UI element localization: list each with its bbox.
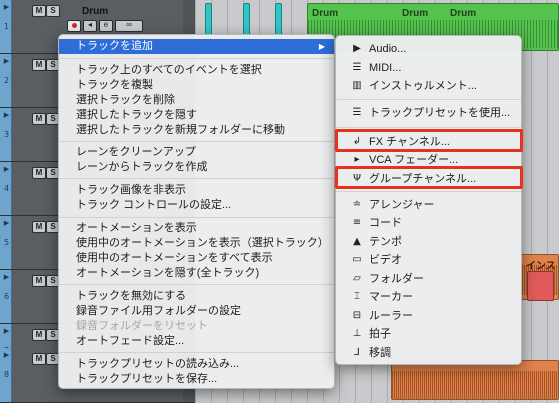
- submenu-item-folder[interactable]: ▱ フォルダー: [336, 271, 521, 287]
- track-number: 4: [3, 184, 10, 193]
- menu-separator: [336, 191, 521, 192]
- menu-item[interactable]: 選択したトラックを隠す: [59, 108, 334, 123]
- menu-separator: [59, 284, 334, 285]
- highlight-box-fx-channel: [335, 129, 523, 152]
- mute-button[interactable]: M: [32, 353, 46, 365]
- mute-button[interactable]: M: [32, 275, 46, 287]
- mute-button[interactable]: M: [32, 167, 46, 179]
- highlight-box-group-channel: [335, 166, 523, 189]
- submenu-item-instrument[interactable]: ▥ インストゥルメント...: [336, 78, 521, 94]
- menu-item[interactable]: オートフェード設定...: [59, 334, 334, 349]
- mute-button[interactable]: M: [32, 5, 46, 17]
- submenu-item-video[interactable]: ▭ ビデオ: [336, 252, 521, 268]
- add-track-submenu: ▶ Audio... ☰ MIDI... ▥ インストゥルメント... ☰ トラ…: [335, 35, 522, 365]
- solo-button[interactable]: S: [46, 5, 60, 17]
- expand-icon[interactable]: ▶: [1, 327, 12, 335]
- menu-item[interactable]: 選択したトラックを新規フォルダーに移動: [59, 123, 334, 138]
- menu-item[interactable]: 選択トラックを削除: [59, 93, 334, 108]
- track-number: 3: [3, 130, 10, 139]
- menu-item[interactable]: 使用中のオートメーションを表示（選択トラック）: [59, 236, 334, 251]
- submenu-item-marker[interactable]: ⌶ マーカー: [336, 289, 521, 305]
- marker-icon: ⌶: [354, 291, 360, 302]
- track-preset-icon: ☰: [352, 107, 362, 118]
- menu-separator: [336, 99, 521, 100]
- submenu-item-arranger[interactable]: ≐ アレンジャー: [336, 197, 521, 213]
- monitor-button[interactable]: ◂: [83, 20, 97, 32]
- record-enable-button[interactable]: [67, 20, 81, 32]
- submenu-item-signature[interactable]: ⊥ 拍子: [336, 326, 521, 342]
- menu-item: 録音フォルダーをリセット: [76, 320, 208, 332]
- track-name[interactable]: Drum: [82, 6, 108, 17]
- submenu-item-track-preset[interactable]: ☰ トラックプリセットを使用...: [336, 105, 521, 121]
- ruler-icon: ⊟: [352, 310, 362, 321]
- expand-icon[interactable]: ▶: [1, 273, 12, 281]
- link-icon[interactable]: ∞: [115, 20, 143, 32]
- mute-button[interactable]: M: [32, 113, 46, 125]
- instrument-icon: ▥: [352, 80, 362, 91]
- video-icon: ▭: [352, 254, 362, 265]
- submenu-item-transpose[interactable]: ⅃ 移調: [336, 345, 521, 361]
- midi-icon: ☰: [352, 62, 362, 73]
- track-number: 5: [3, 238, 10, 247]
- menu-item[interactable]: トラックプリセットを保存...: [59, 372, 334, 387]
- menu-item[interactable]: 録音ファイル用フォルダーの設定: [59, 304, 334, 319]
- clip-label: Drum: [312, 8, 339, 19]
- submenu-arrow-icon: ▶: [318, 42, 325, 51]
- submenu-item-ruler[interactable]: ⊟ ルーラー: [336, 308, 521, 324]
- track-number: 6: [3, 292, 10, 301]
- expand-icon[interactable]: ▶: [1, 219, 12, 227]
- menu-item[interactable]: レーンからトラックを作成: [59, 160, 334, 175]
- red-event-clip[interactable]: [527, 271, 554, 301]
- menu-separator: [336, 127, 521, 128]
- cubase-window: ▶ 1 M S Drum ◂ e ∞ ▶ 2 M S ▶ 3 M S ▶ 4 M…: [0, 0, 559, 403]
- menu-separator: [59, 141, 334, 142]
- arranger-icon: ≐: [352, 199, 362, 210]
- menu-separator: [59, 58, 334, 59]
- submenu-item-audio[interactable]: ▶ Audio...: [336, 41, 521, 57]
- signature-icon: ⊥: [352, 328, 362, 339]
- track-context-menu: トラックを追加 ▶ トラック上のすべてのイベントを選択 トラックを複製 選択トラ…: [58, 34, 335, 389]
- mute-button[interactable]: M: [32, 221, 46, 233]
- expand-icon[interactable]: ▶: [1, 57, 12, 65]
- menu-item[interactable]: オートメーションを表示: [59, 221, 334, 236]
- expand-icon[interactable]: ▶: [1, 165, 12, 173]
- menu-item[interactable]: トラック コントロールの設定...: [59, 198, 334, 213]
- menu-item[interactable]: レーンをクリーンアップ: [59, 145, 334, 160]
- expand-icon[interactable]: ▶: [1, 351, 12, 359]
- expand-icon[interactable]: ▶: [1, 3, 12, 11]
- edit-button[interactable]: e: [99, 20, 113, 32]
- menu-item[interactable]: トラック上のすべてのイベントを選択: [59, 63, 334, 78]
- clip-label: Drum: [450, 8, 477, 19]
- submenu-item-midi[interactable]: ☰ MIDI...: [336, 60, 521, 76]
- tempo-icon: ▲: [353, 236, 361, 247]
- track-number: 8: [3, 370, 10, 379]
- chord-icon: ≡: [352, 217, 362, 228]
- audio-clip[interactable]: [391, 360, 559, 400]
- menu-item[interactable]: オートメーションを隠す(全トラック): [59, 266, 334, 281]
- menu-item[interactable]: トラックプリセットの読み込み...: [59, 357, 334, 372]
- menu-separator: [59, 352, 334, 353]
- track-number: 1: [3, 22, 10, 31]
- menu-item[interactable]: トラックを無効にする: [59, 289, 334, 304]
- menu-item[interactable]: 使用中のオートメーションをすべて表示: [59, 251, 334, 266]
- menu-separator: [59, 217, 334, 218]
- clip-label: Drum: [402, 8, 429, 19]
- submenu-item-tempo[interactable]: ▲ テンポ: [336, 234, 521, 250]
- clip-label: インス: [526, 261, 556, 272]
- transpose-icon: ⅃: [354, 347, 360, 358]
- track-number: 2: [3, 76, 10, 85]
- menu-item[interactable]: トラックを複製: [59, 78, 334, 93]
- menu-item-add-track[interactable]: トラックを追加 ▶: [59, 39, 334, 54]
- audio-icon: ▶: [353, 43, 361, 54]
- submenu-item-chord[interactable]: ≡ コード: [336, 215, 521, 231]
- mute-button[interactable]: M: [32, 329, 46, 341]
- menu-separator: [59, 178, 334, 179]
- menu-item[interactable]: トラック画像を非表示: [59, 183, 334, 198]
- folder-icon: ▱: [353, 273, 361, 284]
- mute-button[interactable]: M: [32, 59, 46, 71]
- expand-icon[interactable]: ▶: [1, 111, 12, 119]
